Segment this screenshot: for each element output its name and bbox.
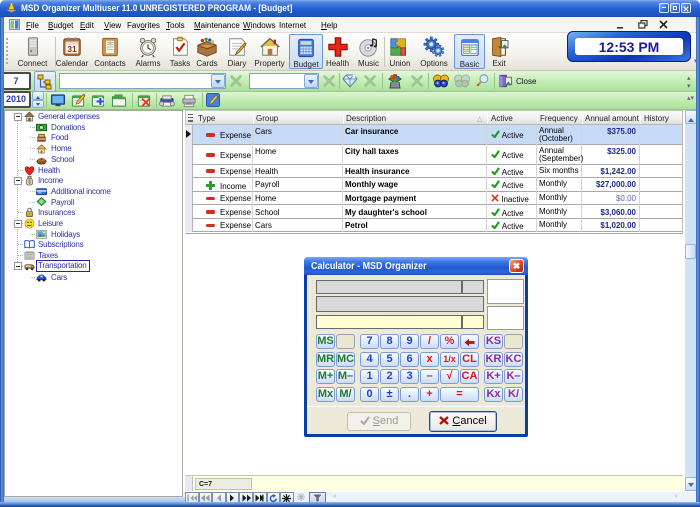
svg-text:31: 31 <box>67 45 77 54</box>
svg-text:$: $ <box>28 180 31 186</box>
